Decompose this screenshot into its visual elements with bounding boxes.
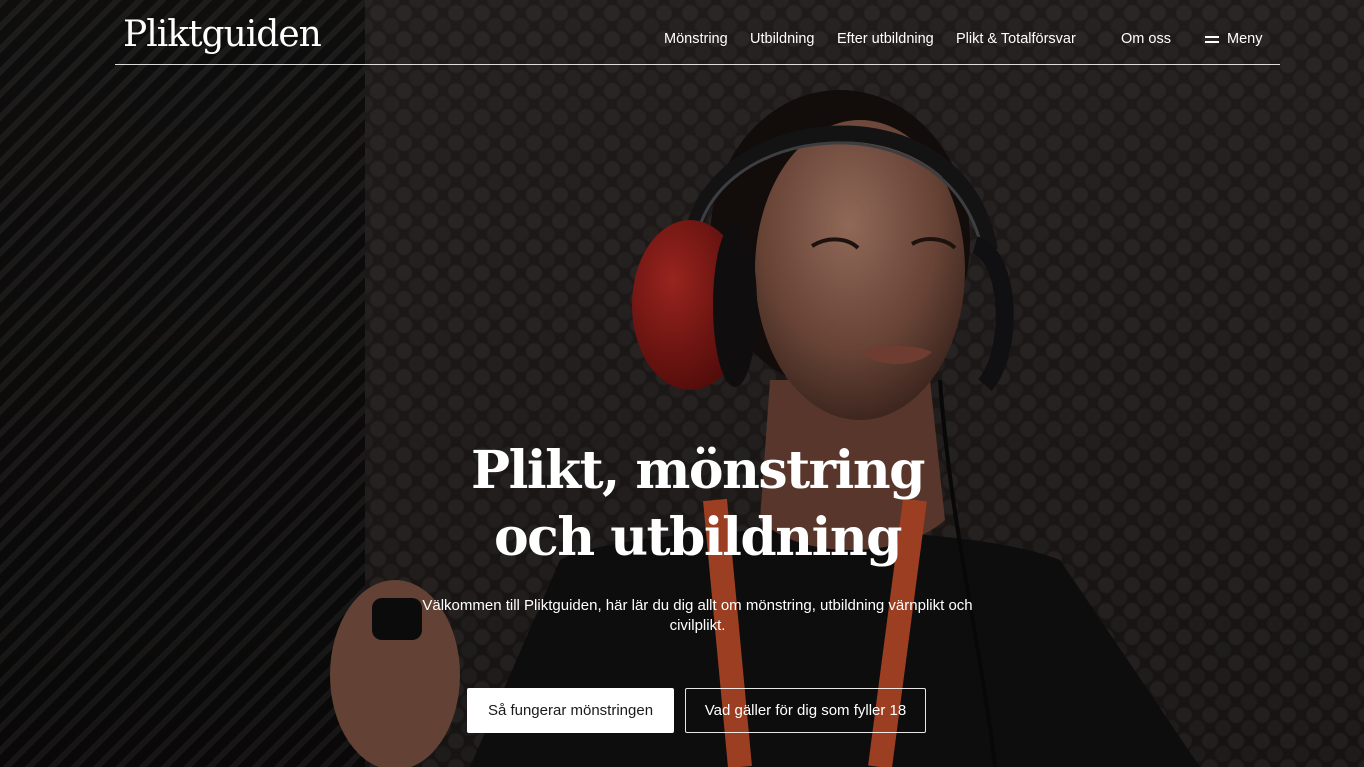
site-header: Pliktguiden Mönstring Utbildning Efter u… [115,0,1280,65]
menu-label: Meny [1227,31,1263,47]
hamburger-icon [1205,35,1219,43]
hero-title-line-2: och utbildning [493,507,903,568]
nav-item-monstring[interactable]: Mönstring [664,31,728,47]
nav-item-utbildning[interactable]: Utbildning [750,31,815,47]
main-nav: Mönstring Utbildning Efter utbildning Pl… [115,31,1280,51]
hero-title: Plikt, mönstring och utbildning [400,437,995,571]
nav-item-plikt-totalforsvar[interactable]: Plikt & Totalförsvar [956,31,1076,47]
hero-background-image [0,0,1364,767]
hero-intro-text: Välkommen till Pliktguiden, här lär du d… [422,597,973,634]
how-monstring-works-button[interactable]: Så fungerar mönstringen [467,688,674,733]
hero-title-line-1: Plikt, mönstring [471,440,926,501]
menu-button[interactable]: Meny [1205,31,1262,47]
turning-18-button[interactable]: Vad gäller för dig som fyller 18 [685,688,926,733]
nav-item-om-oss[interactable]: Om oss [1121,31,1171,47]
nav-item-efter-utbildning[interactable]: Efter utbildning [837,31,934,47]
